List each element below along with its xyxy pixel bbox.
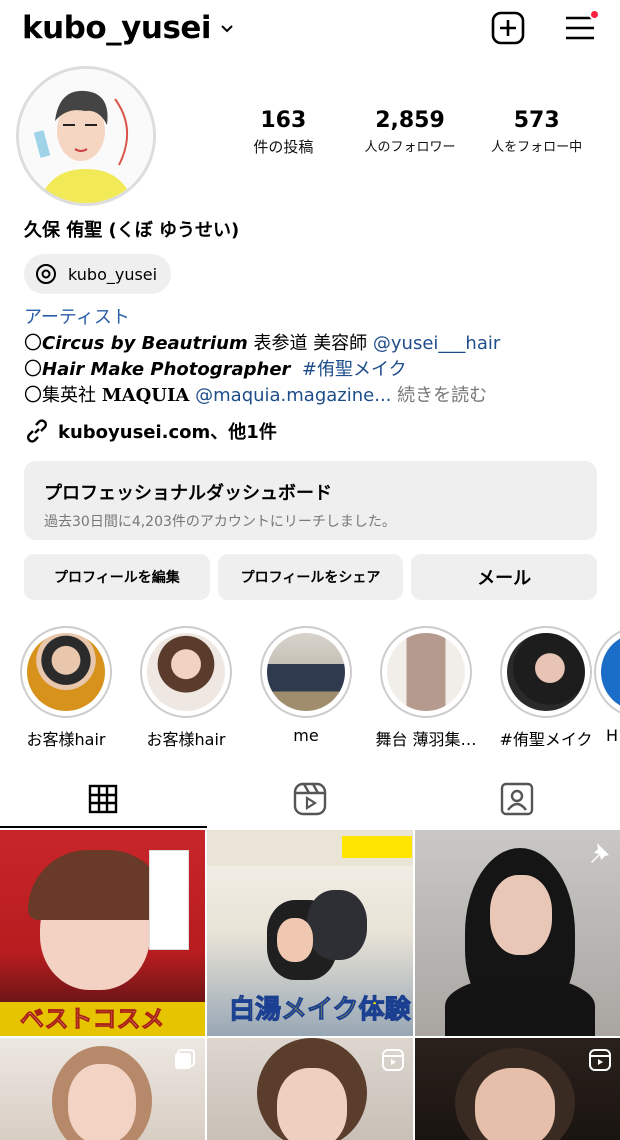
website-link[interactable]: kuboyusei.com、他1件: [24, 418, 277, 444]
mention-link[interactable]: @yusei___hair: [373, 333, 500, 354]
followers-count[interactable]: 2,859 人のフォロワー: [347, 108, 474, 157]
create-plus-icon: [491, 11, 525, 45]
menu-button[interactable]: [562, 9, 600, 46]
username: kubo_yusei: [22, 10, 212, 46]
share-profile-button[interactable]: プロフィールをシェア: [217, 554, 404, 600]
professional-dashboard[interactable]: プロフェッショナルダッシュボード 過去30日間に4,203件のアカウントにリーチ…: [24, 461, 597, 540]
bio: アーティスト 〇Circus by Beautrium 表参道 美容師 @yus…: [24, 305, 500, 409]
following-count[interactable]: 573 人をフォロー中: [473, 108, 600, 157]
profile-stats: 163 件の投稿 2,859 人のフォロワー 573 人をフォロー中: [220, 108, 600, 157]
post-thumbnail[interactable]: 白湯メイク体験: [207, 830, 413, 1036]
hashtag-link[interactable]: #侑聖メイク: [302, 359, 407, 380]
story-highlights: お客様hair お客様hair me 舞台 薄羽集… #侑聖メイク: [20, 626, 593, 750]
highlight-item[interactable]: #侑聖メイク: [499, 626, 593, 750]
chevron-down-icon: [221, 25, 233, 33]
create-button[interactable]: [490, 10, 526, 46]
profile-avatar[interactable]: [16, 66, 156, 206]
pin-icon: [591, 843, 609, 863]
dashboard-subtitle: 過去30日間に4,203件のアカウントにリーチしました。: [44, 514, 396, 530]
highlight-item[interactable]: お客様hair: [20, 626, 112, 750]
post-thumbnail[interactable]: ベストコスメ: [0, 830, 205, 1036]
highlight-item-partial[interactable]: H: [594, 626, 620, 718]
posts-count[interactable]: 163 件の投稿: [220, 108, 347, 157]
avatar-illustration: [19, 69, 153, 203]
tab-posts-grid[interactable]: [0, 770, 207, 828]
full-name: 久保 侑聖 (くぼ ゆうせい): [24, 220, 240, 241]
profile-actions: プロフィールを編集 プロフィールをシェア メール: [24, 554, 598, 600]
edit-profile-button[interactable]: プロフィールを編集: [24, 554, 210, 600]
tab-tagged[interactable]: [413, 770, 620, 828]
threads-icon: [36, 264, 56, 284]
account-switcher[interactable]: kubo_yusei: [22, 10, 235, 46]
bio-line-3: 〇集英社 MAQUIA @maquia.magazine... 続きを読む: [24, 385, 488, 406]
category: アーティスト: [24, 307, 130, 328]
read-more-link[interactable]: 続きを読む: [397, 385, 487, 406]
reels-icon: [293, 782, 327, 816]
reel-icon: [382, 1049, 404, 1071]
bio-line-2: 〇Hair Make Photographer #侑聖メイク: [24, 359, 407, 380]
notification-dot: [589, 9, 600, 20]
post-thumbnail[interactable]: [207, 1038, 413, 1140]
post-thumbnail[interactable]: [415, 830, 620, 1036]
threads-badge[interactable]: kubo_yusei: [24, 254, 172, 294]
profile-tabs: [0, 770, 620, 828]
tab-reels[interactable]: [207, 770, 414, 828]
carousel-icon: [175, 1049, 195, 1069]
dashboard-title: プロフェッショナルダッシュボード: [44, 483, 332, 504]
tagged-icon: [500, 782, 533, 816]
highlight-partial-label: H: [606, 726, 619, 745]
post-thumbnail[interactable]: [415, 1038, 620, 1140]
email-button[interactable]: メール: [411, 554, 598, 600]
post-thumbnail[interactable]: [0, 1038, 205, 1140]
highlight-item[interactable]: お客様hair: [140, 626, 232, 750]
top-bar: kubo_yusei: [0, 0, 620, 60]
mention-link-2[interactable]: @maquia.magazine...: [195, 385, 391, 406]
link-icon: [27, 419, 47, 443]
grid-icon: [89, 784, 118, 814]
reel-icon: [589, 1049, 611, 1071]
bio-line-1: 〇Circus by Beautrium 表参道 美容師 @yusei___ha…: [24, 333, 501, 354]
highlight-item[interactable]: 舞台 薄羽集…: [375, 626, 477, 750]
highlight-item[interactable]: me: [260, 626, 352, 750]
post-grid: ベストコスメ 白湯メイク体験: [0, 830, 620, 1140]
threads-handle: kubo_yusei: [68, 264, 158, 284]
